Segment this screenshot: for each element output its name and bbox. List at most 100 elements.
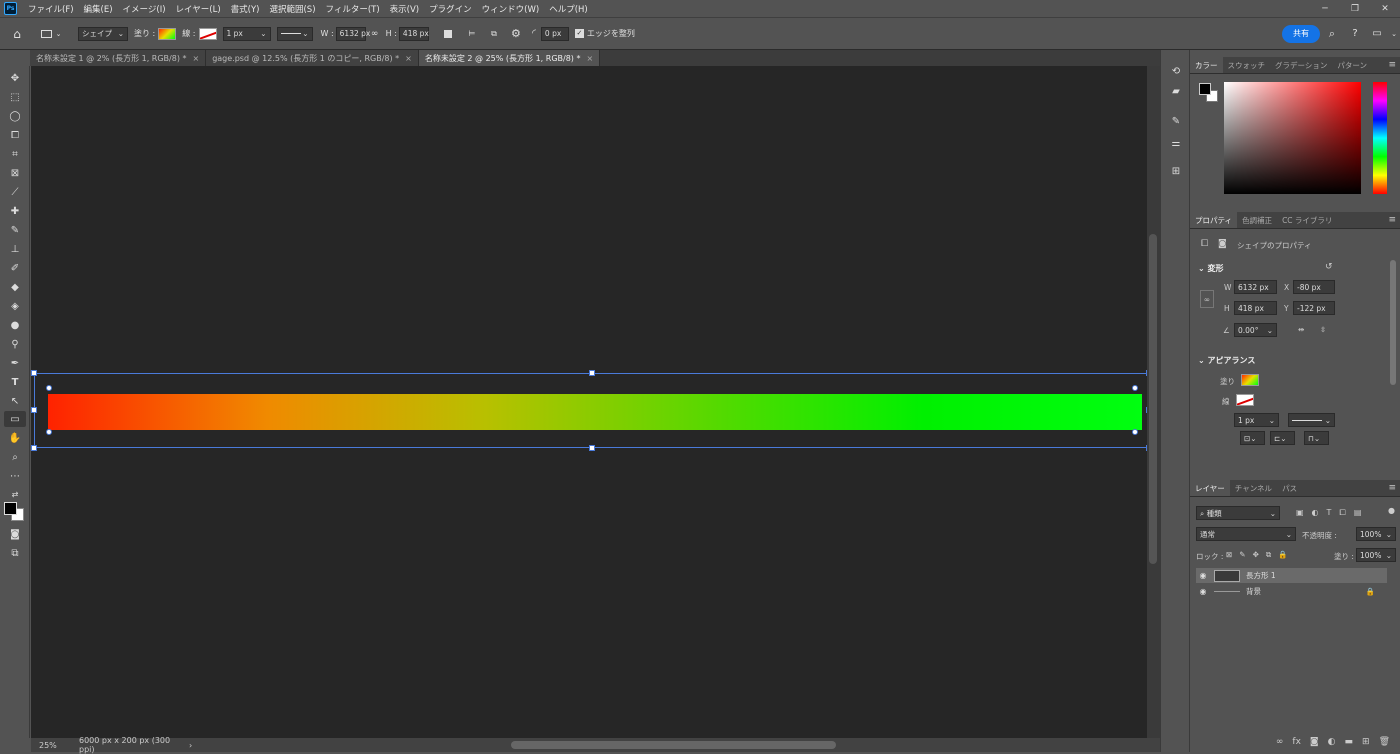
x-field[interactable]: -80 px [1293,280,1335,294]
horizontal-scroll-thumb[interactable] [511,741,836,749]
clone-stamp-tool-icon[interactable]: ⊥ [4,241,26,257]
menu-item[interactable]: 編集(E) [79,3,118,15]
appearance-fill-swatch[interactable] [1241,374,1259,386]
layer-row[interactable]: ◉ 長方形 1 [1196,568,1387,583]
panel-tab[interactable]: チャンネル [1230,480,1277,496]
stroke-swatch[interactable] [198,27,217,40]
lock-icons[interactable]: ⊠✎✥⧉🔒 [1226,550,1295,560]
menu-item[interactable]: 書式(Y) [226,3,265,15]
pen-tool-icon[interactable]: ✒ [4,355,26,371]
home-icon[interactable]: ⌂ [0,24,34,44]
panel-menu-icon[interactable]: ≡ [1388,215,1396,225]
radius-handle-bottom-right[interactable] [1132,429,1138,435]
transform-handle-bottom-left[interactable] [31,445,37,451]
menu-item[interactable]: プラグイン [424,3,477,15]
blur-tool-icon[interactable]: ● [4,317,26,333]
adjustment-layer-icon[interactable]: ◐ [1328,737,1336,747]
paint-bucket-tool-icon[interactable]: ◈ [4,298,26,314]
align-edges-checkbox[interactable]: ✓ エッジを整列 [574,24,635,44]
path-alignment-icon[interactable]: ⊨ [461,24,483,44]
new-group-icon[interactable]: ▬ [1345,737,1354,747]
menu-item[interactable]: フィルター(T) [321,3,385,15]
zoom-level[interactable]: 25% [31,741,65,750]
swap-colors-icon[interactable]: ⇄ [4,486,26,502]
close-window-button[interactable]: ✕ [1370,0,1400,17]
document-tab[interactable]: 名称未設定 2 @ 25% (長方形 1, RGB/8) * × [418,50,601,66]
crop-tool-icon[interactable]: ⌗ [4,146,26,162]
chevron-right-icon[interactable]: › [189,741,192,750]
history-icon[interactable]: ⟲ [1169,64,1183,78]
eraser-tool-icon[interactable]: ◆ [4,279,26,295]
history-brush-tool-icon[interactable]: ✐ [4,260,26,276]
reset-icon[interactable]: ↺ [1325,262,1333,272]
height-field[interactable]: 418 px [398,26,429,41]
close-icon[interactable]: × [405,54,412,63]
gradient-rectangle-shape[interactable] [48,394,1142,430]
path-operations-icon[interactable] [435,24,461,44]
link-icon[interactable]: ∞ [366,24,384,44]
panel-tab[interactable]: レイヤー [1190,480,1230,496]
transform-handle-bottom[interactable] [589,445,595,451]
minimize-button[interactable]: ─ [1310,0,1340,17]
panel-tab[interactable]: グラデーション [1270,57,1332,73]
visibility-eye-icon[interactable]: ◉ [1196,571,1210,580]
properties-scrollbar[interactable] [1390,260,1396,385]
object-select-tool-icon[interactable]: ⧠ [4,127,26,143]
canvas-area[interactable] [31,66,1152,738]
panel-tab[interactable]: プロパティ [1190,212,1238,228]
radius-handle-top-right[interactable] [1132,385,1138,391]
screen-mode-icon[interactable]: ⧉ [4,545,26,561]
menu-item[interactable]: 表示(V) [385,3,424,15]
opacity-field[interactable]: 100% ⌄ [1356,527,1396,541]
comments-icon[interactable]: ▰ [1169,84,1183,98]
workspace-icon[interactable]: ▭ [1366,24,1388,44]
filter-toggle-icon[interactable]: ● [1388,506,1395,515]
radius-handle-bottom-left[interactable] [46,429,52,435]
tool-preset-picker[interactable]: ⌄ [34,24,68,44]
fx-icon[interactable]: fx [1292,737,1301,747]
transform-handle-top[interactable] [589,370,595,376]
visibility-eye-icon[interactable]: ◉ [1196,587,1210,596]
stroke-width-field[interactable]: 1 px ⌄ [222,26,271,41]
color-picker-field[interactable] [1224,82,1361,194]
new-layer-icon[interactable]: ⊞ [1362,737,1370,747]
stroke-type-select[interactable]: ⌄ [276,26,313,41]
appearance-stroke-type[interactable]: ⌄ [1288,413,1335,427]
fill-field[interactable]: 100% ⌄ [1356,548,1396,562]
corner-radius-field[interactable]: 0 px [540,26,569,41]
fill-swatch[interactable] [158,27,177,40]
character-icon[interactable]: ⊞ [1169,164,1183,178]
close-icon[interactable]: × [193,54,200,63]
link-layers-icon[interactable]: ∞ [1276,737,1284,747]
panel-tab[interactable]: カラー [1190,57,1223,73]
healing-brush-tool-icon[interactable]: ✚ [4,203,26,219]
trash-icon[interactable]: 🗑 [1379,737,1390,747]
restore-button[interactable]: ❐ [1340,0,1370,17]
flip-horizontal-icon[interactable]: ⇹ [1298,325,1304,334]
menu-item[interactable]: 選択範囲(S) [264,3,320,15]
help-icon[interactable]: ? [1344,24,1366,44]
brush-tool-icon[interactable]: ✎ [4,222,26,238]
marquee-tool-icon[interactable]: ⬚ [4,89,26,105]
hand-tool-icon[interactable]: ✋ [4,430,26,446]
blend-mode-select[interactable]: 通常 ⌄ [1196,527,1296,541]
menu-item[interactable]: ウィンドウ(W) [477,3,545,15]
link-icon[interactable]: ∞ [1200,290,1214,308]
rectangle-tool-icon[interactable]: ▭ [4,411,26,427]
close-icon[interactable]: × [586,54,593,63]
dodge-tool-icon[interactable]: ⚲ [4,336,26,352]
document-tab[interactable]: 名称未設定 1 @ 2% (長方形 1, RGB/8) * × [30,50,207,66]
width-field[interactable]: 6132 px [335,26,370,41]
menu-item[interactable]: ヘルプ(H) [544,3,593,15]
appearance-stroke-swatch[interactable] [1236,394,1254,406]
panel-tab[interactable]: スウォッチ [1223,57,1271,73]
angle-field[interactable]: 0.00° ⌄ [1234,323,1277,337]
panel-tab[interactable]: パターン [1332,57,1372,73]
path-select-tool-icon[interactable]: ↖ [4,393,26,409]
appearance-section-title[interactable]: ⌄ アピアランス [1198,355,1255,366]
lasso-tool-icon[interactable]: ◯ [4,108,26,124]
shape-mode-select[interactable]: シェイプ ⌄ [78,26,128,41]
panel-menu-icon[interactable]: ≡ [1388,483,1396,493]
appearance-stroke-width[interactable]: 1 px ⌄ [1234,413,1279,427]
panel-menu-icon[interactable]: ≡ [1388,60,1396,70]
